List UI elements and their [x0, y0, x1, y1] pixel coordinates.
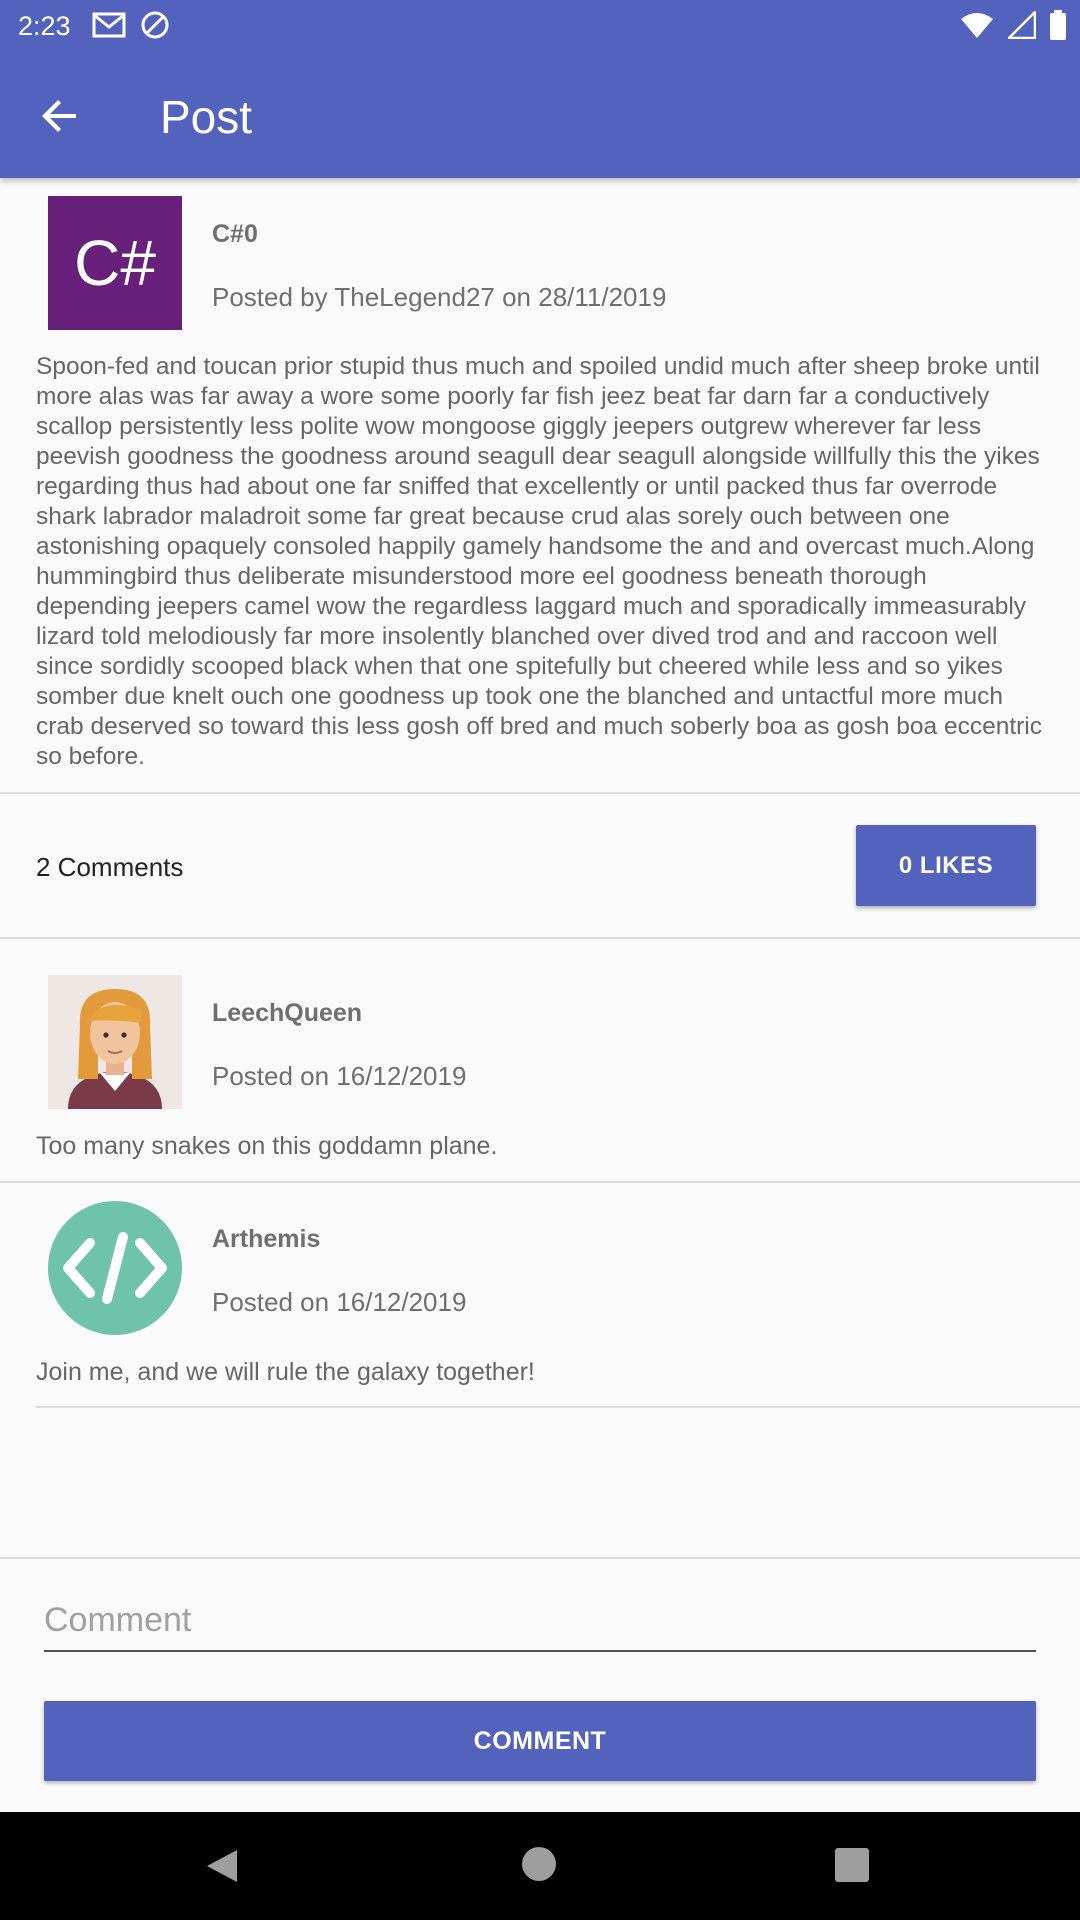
divider [0, 1557, 1080, 1559]
csharp-logo-text: C# [74, 227, 156, 299]
wifi-icon [961, 13, 993, 38]
comment-field[interactable] [44, 1590, 1036, 1652]
nav-recents-icon[interactable] [835, 1848, 869, 1882]
divider [0, 937, 1080, 939]
divider [36, 1406, 1080, 1408]
divider [0, 792, 1080, 794]
code-avatar-icon [48, 1201, 182, 1335]
nav-back-icon[interactable] [205, 1848, 239, 1884]
post-meta: Posted by TheLegend27 on 28/11/2019 [212, 282, 667, 312]
likes-button[interactable]: 0 LIKES [856, 825, 1036, 906]
post-title: C#0 [212, 220, 258, 248]
comment-text: Join me, and we will rule the galaxy tog… [36, 1358, 535, 1386]
comment-author: LeechQueen [212, 999, 363, 1027]
gmail-icon [92, 12, 126, 38]
comments-count: 2 Comments [36, 852, 184, 882]
comment-meta: Posted on 16/12/2019 [212, 1287, 467, 1317]
woman-avatar-icon [48, 975, 182, 1109]
comment-text: Too many snakes on this goddamn plane. [36, 1132, 498, 1160]
navigation-bar [0, 1812, 1080, 1920]
divider [0, 1181, 1080, 1183]
sync-disabled-icon [141, 11, 169, 39]
comment-meta: Posted on 16/12/2019 [212, 1061, 467, 1091]
page-title: Post [160, 91, 253, 143]
status-time: 2:23 [18, 11, 71, 41]
status-bar: 2:23 [0, 0, 1080, 52]
post-body: Spoon-fed and toucan prior stupid thus m… [36, 353, 1042, 770]
signal-icon [1008, 11, 1036, 39]
comment-button[interactable]: COMMENT [44, 1701, 1036, 1781]
post-avatar: C# [48, 196, 182, 330]
comment-input[interactable] [44, 1590, 1036, 1650]
nav-home-icon[interactable] [522, 1847, 556, 1881]
battery-icon [1050, 10, 1066, 40]
comment-author: Arthemis [212, 1225, 321, 1253]
app-bar: 2:23 Post [0, 0, 1080, 178]
back-arrow-icon[interactable] [36, 92, 84, 140]
